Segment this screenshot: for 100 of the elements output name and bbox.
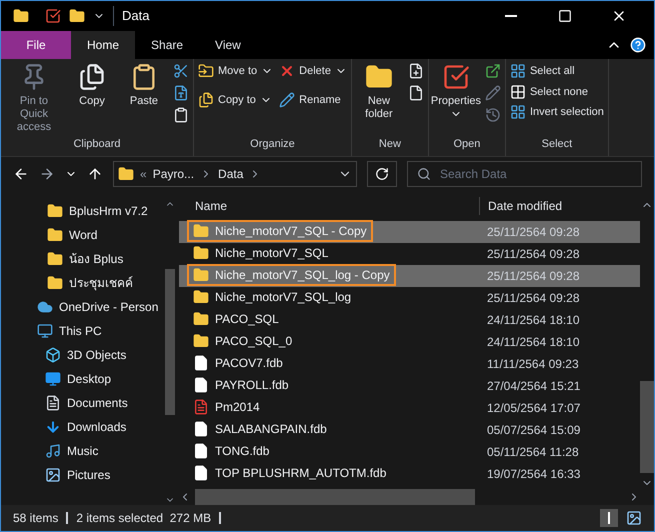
group-label: Select: [540, 136, 574, 152]
file-row[interactable]: TOP BPLUSHRM_AUTOTM.fdb 19/07/2564 16:33: [179, 463, 640, 485]
file-row[interactable]: Pm2014 12/05/2564 17:07: [179, 397, 640, 419]
file-row[interactable]: Niche_motorV7_SQL 25/11/2564 09:28: [179, 243, 640, 265]
breadcrumb[interactable]: Data: [218, 165, 244, 183]
forward-icon[interactable]: [39, 166, 55, 182]
file-row[interactable]: Niche_motorV7_SQL_log - Copy 25/11/2564 09:28: [179, 265, 640, 287]
nav-item[interactable]: น้อง Bplus: [1, 247, 165, 271]
ribbon-tab[interactable]: Share: [135, 31, 200, 59]
help-icon[interactable]: [630, 37, 646, 53]
group-label: Organize: [249, 136, 296, 152]
nav-item[interactable]: BplusHrm v7.2: [1, 199, 165, 223]
date-cell-text: 05/07/2564 15:09: [486, 422, 580, 439]
nav-item[interactable]: Pictures: [1, 463, 165, 487]
ribbon-button[interactable]: Properties: [432, 59, 479, 136]
small-ribbon-button[interactable]: [173, 63, 189, 79]
ribbon-button[interactable]: Paste: [121, 59, 167, 136]
ribbon-button[interactable]: Delete: [279, 63, 347, 80]
date-cell-text: 27/04/2564 15:21: [486, 378, 580, 395]
cube-icon: [45, 347, 61, 363]
details-view-button[interactable]: [600, 509, 618, 527]
file-name: SALABANGPAIN.fdb: [215, 421, 327, 438]
file-row[interactable]: PAYROLL.fdb 27/04/2564 15:21: [179, 375, 640, 397]
ribbon-tab[interactable]: View: [199, 31, 257, 59]
file-icon: [193, 377, 209, 393]
maximize-icon: [558, 9, 572, 23]
file-name: PACOV7.fdb: [215, 355, 283, 372]
column-header[interactable]: Name: [179, 197, 479, 215]
ribbon-button[interactable]: Select all: [510, 63, 604, 80]
nav-item[interactable]: 3D Objects: [1, 343, 165, 367]
ribbon-button[interactable]: Copy: [69, 59, 115, 136]
file-icon: [193, 355, 209, 371]
group-label: Open: [452, 136, 482, 152]
folder-icon: [47, 203, 63, 219]
file-icon: [193, 465, 209, 481]
checkmark-document-icon: [442, 63, 470, 91]
search-field[interactable]: Search Data: [407, 161, 642, 187]
item-count: 58 items: [13, 510, 58, 527]
small-ribbon-button[interactable]: [173, 85, 189, 101]
small-ribbon-button[interactable]: [484, 63, 501, 79]
address-bar[interactable]: « Payro... Data: [113, 161, 357, 187]
breadcrumb[interactable]: Payro...: [152, 165, 194, 183]
ribbon-button[interactable]: New folder: [356, 59, 402, 136]
nav-item[interactable]: Documents: [1, 391, 165, 415]
date-cell-text: 12/05/2564 17:07: [486, 400, 580, 417]
thumbnails-view-button[interactable]: [626, 510, 642, 526]
file-row[interactable]: Niche_motorV7_SQL - Copy 25/11/2564 09:28: [179, 221, 640, 243]
ribbon-tab[interactable]: Home: [71, 31, 136, 59]
small-ribbon-button[interactable]: [408, 85, 424, 101]
file-name: PACO_SQL_0: [215, 333, 292, 350]
nav-item[interactable]: Music: [1, 439, 165, 463]
open-icon: [484, 63, 501, 79]
column-header[interactable]: Date modified: [479, 197, 562, 215]
date-cell-text: 25/11/2564 09:28: [486, 268, 580, 285]
nav-item[interactable]: Desktop: [1, 367, 165, 391]
refresh-button[interactable]: [367, 161, 397, 187]
history-icon: [484, 107, 501, 123]
ribbon-tab[interactable]: File: [1, 31, 71, 59]
nav-item[interactable]: Word: [1, 223, 165, 247]
folder-icon: [193, 223, 209, 239]
file-row[interactable]: PACO_SQL_0 24/11/2564 18:10: [179, 331, 640, 353]
up-icon[interactable]: [87, 166, 103, 182]
computer-icon: [37, 323, 53, 339]
ribbon-button[interactable]: Rename: [279, 92, 347, 108]
music-note-icon: [45, 443, 61, 459]
ribbon-button[interactable]: Copy to: [198, 92, 274, 108]
document-icon: [408, 85, 424, 101]
minimize-icon: [505, 15, 517, 17]
grid-icon: [510, 104, 526, 120]
file-name: TOP BPLUSHRM_AUTOTM.fdb: [215, 465, 386, 482]
small-ribbon-button[interactable]: [173, 107, 189, 123]
file-icon: [193, 443, 209, 459]
file-name: PACO_SQL: [215, 311, 279, 328]
folder-icon: [118, 166, 134, 182]
file-row[interactable]: PACO_SQL 24/11/2564 18:10: [179, 309, 640, 331]
nav-item[interactable]: This PC: [1, 319, 165, 343]
file-row[interactable]: SALABANGPAIN.fdb 05/07/2564 15:09: [179, 419, 640, 441]
date-cell-text: 25/11/2564 09:28: [486, 246, 580, 263]
overflow-chevron[interactable]: «: [140, 165, 147, 183]
new-item-icon: [408, 63, 424, 79]
nav-item[interactable]: OneDrive - Person: [1, 295, 165, 319]
nav-item[interactable]: ประชุมเชคค์: [1, 271, 165, 295]
file-row[interactable]: Niche_motorV7_SQL_log 25/11/2564 09:28: [179, 287, 640, 309]
nav-item[interactable]: Downloads: [1, 415, 165, 439]
folder-icon: [69, 8, 85, 24]
small-ribbon-button[interactable]: [408, 63, 424, 79]
path-icon: [173, 85, 189, 101]
copy-icon: [78, 63, 106, 91]
ribbon-button[interactable]: Invert selection: [510, 104, 604, 120]
ribbon-button[interactable]: Move to: [198, 63, 274, 80]
file-icon: [193, 421, 209, 437]
back-icon[interactable]: [13, 166, 29, 182]
file-row[interactable]: PACOV7.fdb 11/11/2564 09:23: [179, 353, 640, 375]
ribbon-button[interactable]: Select none: [510, 84, 604, 100]
folder-icon: [193, 245, 209, 261]
desktop-icon: [45, 371, 61, 387]
picture-icon: [45, 467, 61, 483]
file-name: Niche_motorV7_SQL: [215, 245, 328, 262]
refresh-icon: [375, 167, 389, 181]
file-row[interactable]: TONG.fdb 05/11/2564 11:28: [179, 441, 640, 463]
